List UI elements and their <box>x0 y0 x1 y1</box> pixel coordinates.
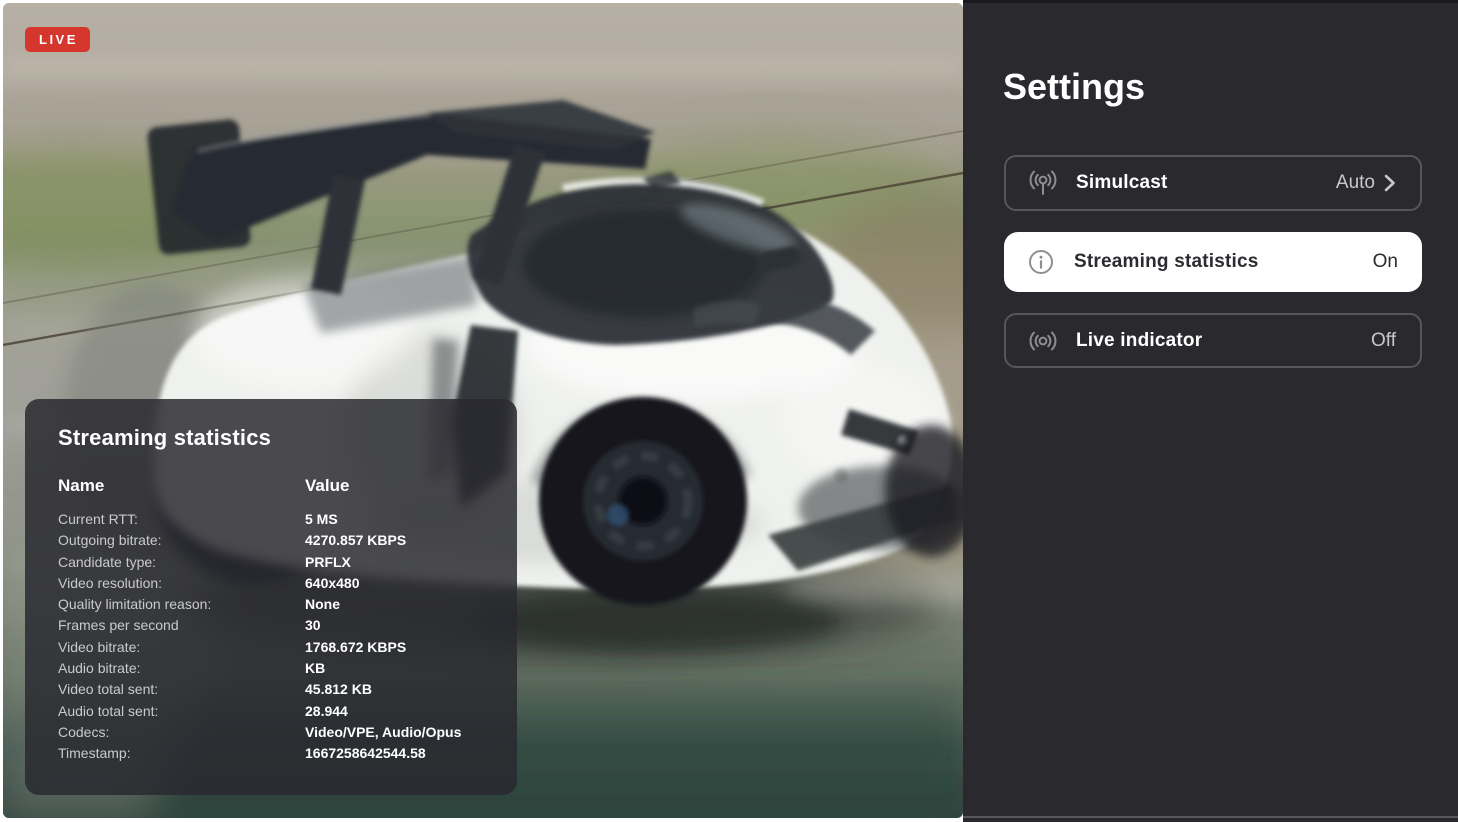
stat-value: 28.944 <box>305 702 348 719</box>
stat-value: 640x480 <box>305 574 360 591</box>
stat-value: 5 MS <box>305 511 338 527</box>
stat-row: Current RTT: 5 MS <box>58 509 489 530</box>
stat-name: Video resolution: <box>58 574 163 591</box>
stats-header-row: Name Value <box>58 476 489 496</box>
stat-name: Timestamp: <box>58 745 131 762</box>
stat-name: Candidate type: <box>58 553 157 570</box>
stat-name: Codecs: <box>58 723 110 740</box>
stat-value: 45.812 KB <box>305 681 372 698</box>
stat-value: None <box>305 596 340 613</box>
stat-name: Current RTT: <box>58 511 138 527</box>
stats-rows: Current RTT: 5 MS Outgoing bitrate: 4270.8… <box>58 509 489 765</box>
stat-row: Quality limitation reason: None <box>58 594 489 615</box>
live-badge: LIVE <box>25 27 90 52</box>
live-signal-icon <box>1026 329 1060 353</box>
settings-item-value: Off <box>1371 329 1396 351</box>
stats-col-name: Name <box>58 476 105 495</box>
app-window: LIVE Streaming statistics Name Value Cur… <box>0 0 1458 822</box>
live-video: LIVE Streaming statistics Name Value Cur… <box>3 3 963 818</box>
stat-name: Quality limitation reason: <box>58 596 212 613</box>
stat-name: Video total sent: <box>58 681 159 698</box>
stat-row: Candidate type: PRFLX <box>58 552 489 573</box>
stat-row: Timestamp: 1667258642544.58 <box>58 743 489 764</box>
stat-row: Frames per second 30 <box>58 615 489 636</box>
stat-name: Audio total sent: <box>58 702 159 719</box>
sidebar-bottom-divider <box>963 816 1458 818</box>
stat-value: 30 <box>305 617 321 634</box>
front-wheel <box>539 397 747 605</box>
info-icon <box>1024 249 1058 275</box>
stat-row: Audio total sent: 28.944 <box>58 701 489 722</box>
settings-item-streaming-statistics[interactable]: Streaming statistics On <box>1004 232 1422 292</box>
sidebar-top-divider <box>963 0 1458 3</box>
stat-value: Video/VPE, Audio/Opus <box>305 723 462 740</box>
stat-row: Video total sent: 45.812 KB <box>58 679 489 700</box>
stat-value: PRFLX <box>305 553 351 570</box>
settings-title: Settings <box>1003 66 1146 107</box>
settings-item-value: Auto <box>1335 172 1375 193</box>
stat-name: Frames per second <box>58 617 179 634</box>
stats-col-value: Value <box>305 476 350 495</box>
stat-value: 1667258642544.58 <box>305 745 426 762</box>
stat-row: Video resolution: 640x480 <box>58 573 489 594</box>
streaming-statistics-panel: Streaming statistics Name Value Current … <box>25 399 517 795</box>
chevron-right-icon <box>1384 174 1396 192</box>
stat-row: Codecs: Video/VPE, Audio/Opus <box>58 722 489 743</box>
stat-value: KB <box>305 660 326 677</box>
stat-row: Video bitrate: 1768.672 KBPS <box>58 637 489 658</box>
stat-name: Outgoing bitrate: <box>58 532 162 549</box>
settings-item-label: Simulcast <box>1076 172 1168 193</box>
settings-item-simulcast[interactable]: Simulcast Auto <box>1004 155 1422 211</box>
stat-value: 1768.672 KBPS <box>305 638 407 655</box>
settings-item-label: Streaming statistics <box>1074 251 1259 272</box>
stats-panel-title: Streaming statistics <box>58 425 272 450</box>
settings-item-label: Live indicator <box>1076 329 1203 351</box>
broadcast-icon <box>1026 169 1060 197</box>
stat-row: Audio bitrate: KB <box>58 658 489 679</box>
settings-item-value: On <box>1372 251 1398 272</box>
stat-value: 4270.857 KBPS <box>305 532 407 549</box>
stat-row: Outgoing bitrate: 4270.857 KBPS <box>58 530 489 551</box>
settings-sidebar: Settings Simulcast Auto Streaming statis… <box>963 0 1458 822</box>
stat-name: Audio bitrate: <box>58 660 141 677</box>
stat-name: Video bitrate: <box>58 638 141 655</box>
settings-item-live-indicator[interactable]: Live indicator Off <box>1004 313 1422 368</box>
